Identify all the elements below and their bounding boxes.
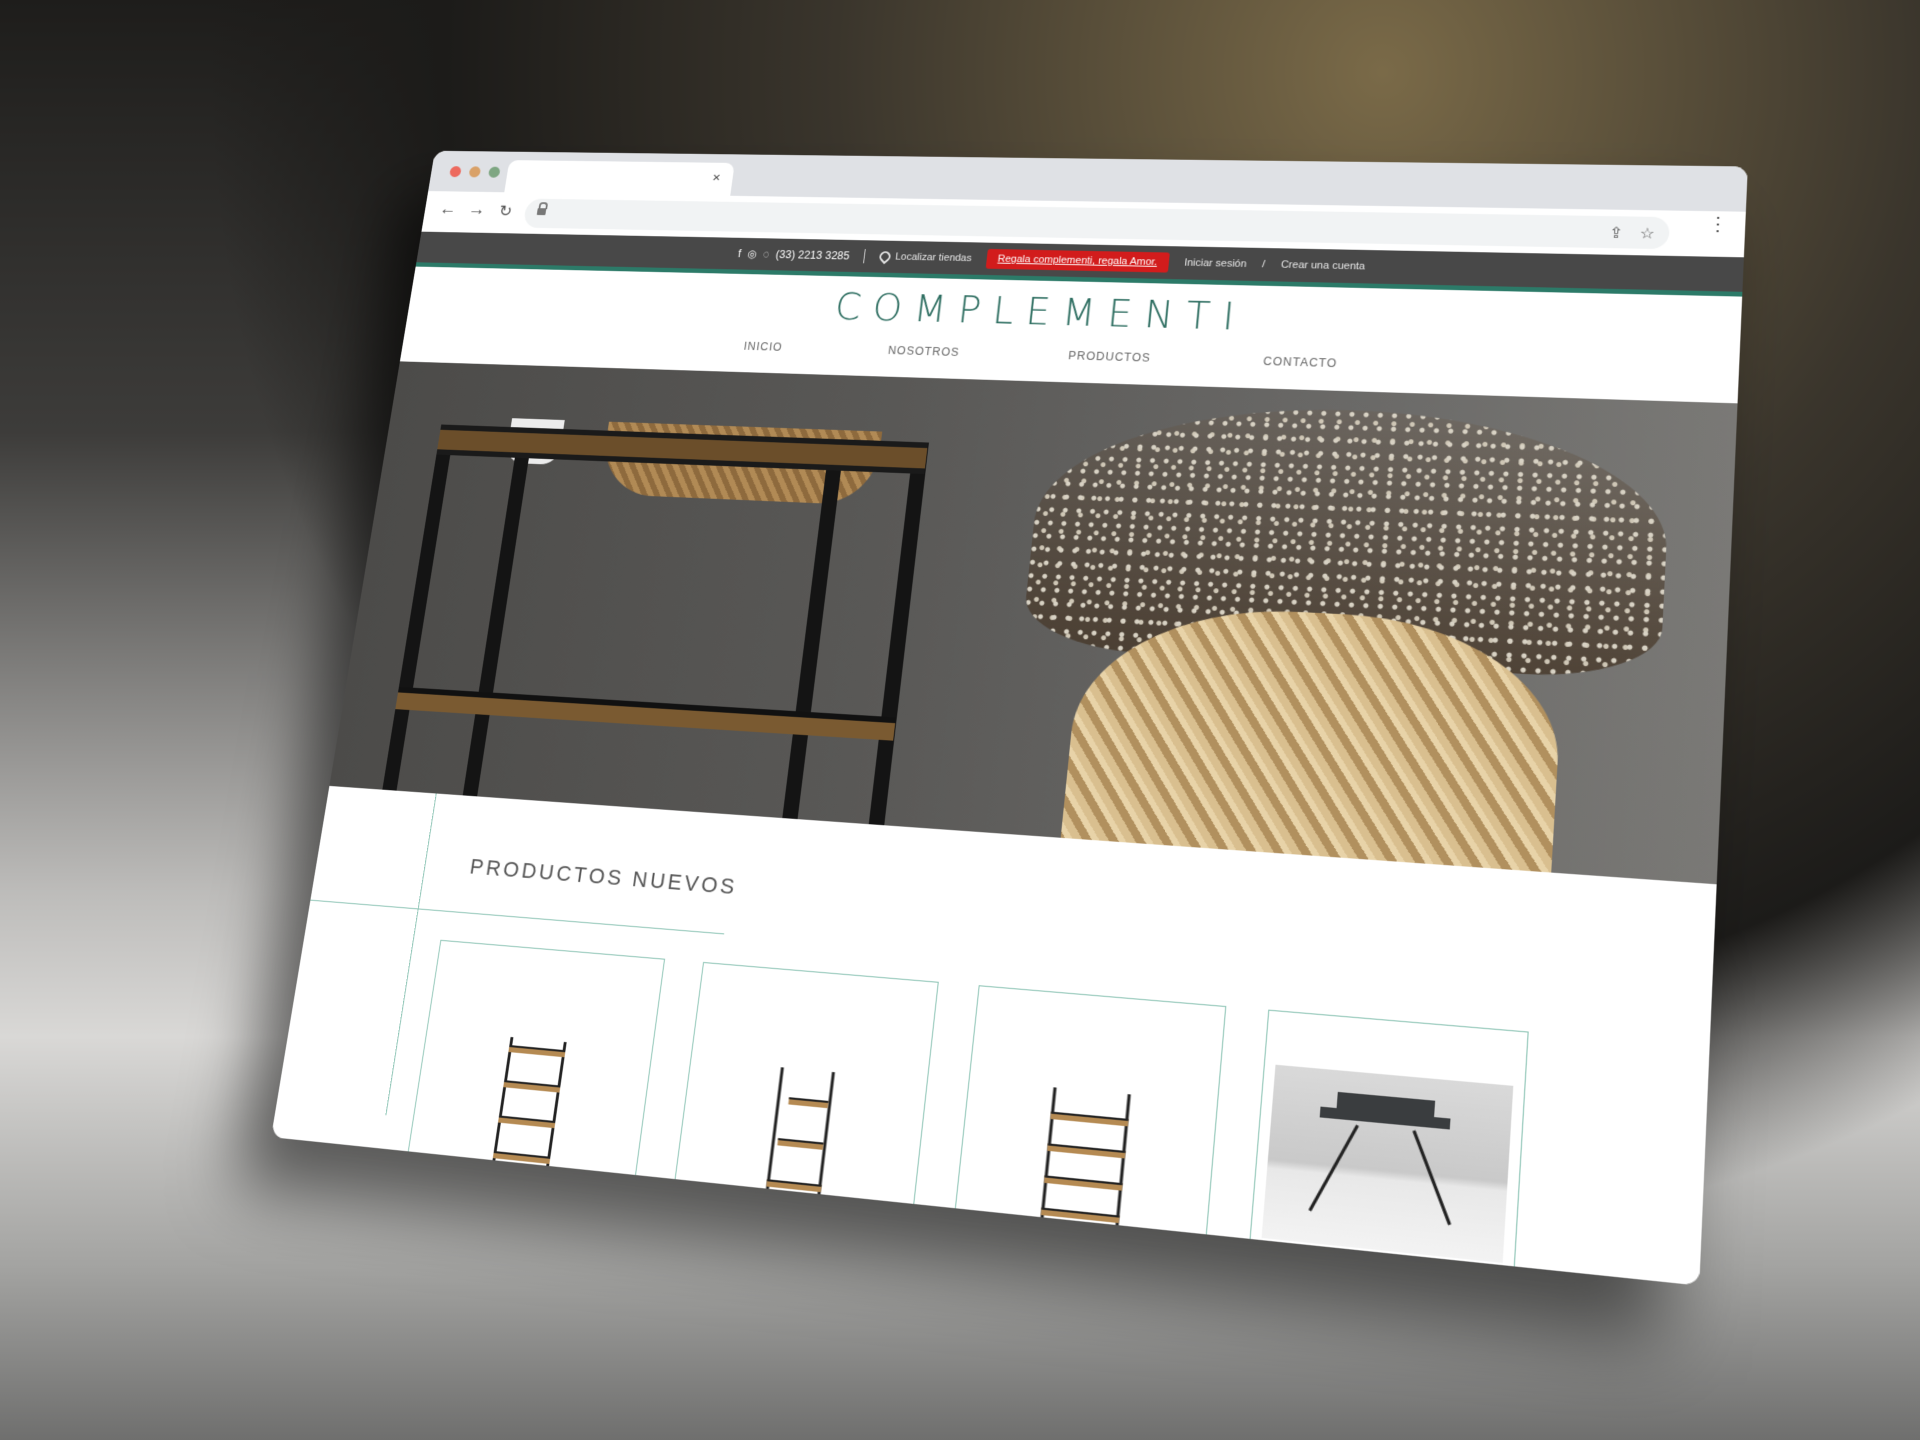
browser-tab[interactable]: × bbox=[504, 160, 735, 196]
nav-item-inicio[interactable]: INICIO bbox=[743, 340, 783, 354]
shelf-lower-board bbox=[395, 686, 896, 741]
nav-item-nosotros[interactable]: NOSOTROS bbox=[887, 344, 960, 359]
product-card[interactable] bbox=[1246, 1009, 1529, 1286]
section-title: PRODUCTOS NUEVOS bbox=[468, 854, 739, 900]
whatsapp-icon[interactable]: ◌ bbox=[762, 248, 770, 260]
desk-leg bbox=[1412, 1130, 1452, 1226]
forward-arrow-icon[interactable]: → bbox=[464, 200, 489, 220]
close-window-button[interactable] bbox=[449, 166, 462, 178]
desk-leg bbox=[1308, 1124, 1359, 1212]
locate-stores-link[interactable]: Localizar tiendas bbox=[877, 249, 973, 265]
nav-item-productos[interactable]: PRODUCTOS bbox=[1068, 349, 1152, 364]
bookmark-star-icon[interactable]: ☆ bbox=[1639, 224, 1655, 243]
share-icon[interactable]: ⇪ bbox=[1609, 224, 1624, 243]
facebook-icon[interactable]: f bbox=[737, 247, 742, 259]
shelf-leg bbox=[462, 427, 534, 797]
ladder-shelf-image bbox=[764, 1067, 835, 1203]
reload-icon[interactable]: ↻ bbox=[493, 202, 518, 220]
product-grid bbox=[403, 939, 1529, 1286]
product-card[interactable] bbox=[951, 985, 1227, 1267]
minimize-window-button[interactable] bbox=[468, 166, 482, 178]
divider bbox=[863, 249, 866, 264]
bookcase-shelf-image bbox=[1039, 1087, 1131, 1234]
hero-shelf-illustration bbox=[365, 418, 929, 826]
lock-icon bbox=[536, 202, 549, 216]
promo-banner-link[interactable]: Regala complementi, regala Amor. bbox=[985, 248, 1170, 273]
product-card[interactable] bbox=[670, 961, 939, 1235]
back-arrow-icon[interactable]: ← bbox=[435, 200, 460, 220]
web-page: f ◎ ◌ (33) 2213 3285 Localizar tiendas R… bbox=[271, 231, 1744, 1286]
shelf-leg bbox=[868, 442, 929, 826]
maximize-window-button[interactable] bbox=[487, 166, 501, 178]
shelf-leg bbox=[382, 424, 456, 791]
phone-number[interactable]: (33) 2213 3285 bbox=[775, 248, 850, 262]
window-controls bbox=[449, 166, 501, 178]
product-card[interactable] bbox=[403, 939, 666, 1206]
link-separator: / bbox=[1261, 259, 1266, 271]
address-actions: ⇪ ☆ bbox=[1609, 224, 1655, 244]
social-links: f ◎ ◌ (33) 2213 3285 bbox=[737, 247, 850, 262]
decor-horizontal-line bbox=[310, 899, 725, 935]
location-pin-icon bbox=[877, 249, 893, 265]
instagram-icon[interactable]: ◎ bbox=[747, 248, 758, 260]
tower-shelf-image bbox=[491, 1037, 567, 1175]
browser-window: × ← → ↻ ⇪ ☆ ⋮ f ◎ ◌ (33) 2213 3285 Local… bbox=[271, 150, 1748, 1286]
close-tab-icon[interactable]: × bbox=[712, 170, 722, 185]
browser-menu-icon[interactable]: ⋮ bbox=[1707, 214, 1729, 235]
login-link[interactable]: Iniciar sesión bbox=[1184, 257, 1247, 269]
desk-product-image bbox=[1261, 1064, 1514, 1263]
register-link[interactable]: Crear una cuenta bbox=[1280, 259, 1365, 272]
locate-stores-label: Localizar tiendas bbox=[894, 251, 973, 264]
nav-item-contacto[interactable]: CONTACTO bbox=[1263, 355, 1338, 370]
